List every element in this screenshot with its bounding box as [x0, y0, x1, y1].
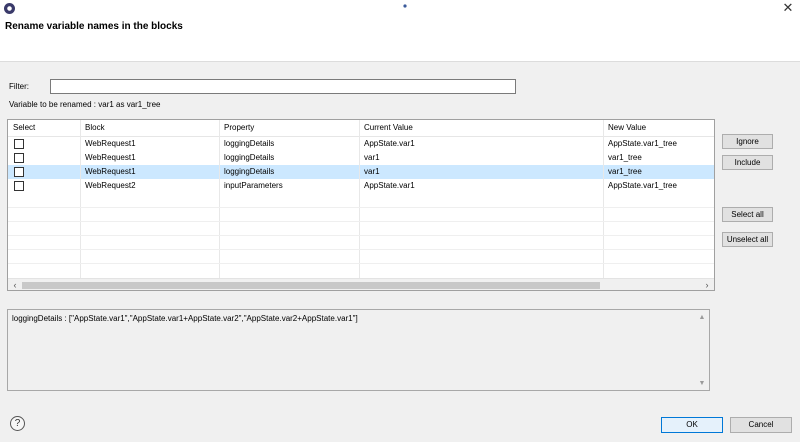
row-select-checkbox[interactable] [14, 181, 24, 191]
ignore-button[interactable]: Ignore [722, 134, 773, 149]
unselect-all-button[interactable]: Unselect all [722, 232, 773, 247]
cancel-button[interactable]: Cancel [730, 417, 792, 433]
cell-block: WebRequest1 [85, 139, 136, 148]
cell-new-value: var1_tree [608, 167, 642, 176]
column-header-property[interactable]: Property [219, 120, 359, 136]
cell-block: WebRequest2 [85, 181, 136, 190]
dialog-title: Rename variable names in the blocks [5, 21, 183, 32]
row-select-checkbox[interactable] [14, 139, 24, 149]
empty-row-line [8, 249, 714, 250]
cell-current-value: AppState.var1 [364, 181, 415, 190]
property-detail-text: loggingDetails : ["AppState.var1","AppSt… [12, 314, 358, 323]
include-button[interactable]: Include [722, 155, 773, 170]
table-row[interactable]: WebRequest1 loggingDetails var1 var1_tre… [8, 151, 714, 165]
cell-new-value: var1_tree [608, 153, 642, 162]
table-horizontal-scrollbar[interactable]: ‹ › [8, 278, 714, 290]
cell-current-value: var1 [364, 167, 380, 176]
cell-new-value: AppState.var1_tree [608, 139, 677, 148]
cell-property: loggingDetails [224, 167, 275, 176]
window-drag-indicator-icon [403, 0, 407, 8]
property-detail-textarea[interactable]: loggingDetails : ["AppState.var1","AppSt… [7, 309, 710, 391]
column-header-current-value[interactable]: Current Value [359, 120, 603, 136]
column-header-new-value[interactable]: New Value [603, 120, 714, 136]
cell-property: loggingDetails [224, 139, 275, 148]
ok-button[interactable]: OK [661, 417, 723, 433]
cell-current-value: var1 [364, 153, 380, 162]
cell-block: WebRequest1 [85, 167, 136, 176]
variables-table: Select Block Property Current Value New … [7, 119, 715, 291]
empty-row-line [8, 235, 714, 236]
column-header-select[interactable]: Select [8, 120, 80, 136]
cell-block: WebRequest1 [85, 153, 136, 162]
scroll-up-icon[interactable]: ▲ [697, 313, 707, 323]
help-icon[interactable]: ? [10, 416, 25, 431]
cell-property: inputParameters [224, 181, 283, 190]
app-logo-icon [4, 3, 15, 14]
scroll-down-icon[interactable]: ▼ [697, 379, 707, 389]
scroll-left-icon[interactable]: ‹ [10, 280, 20, 290]
empty-row-line [8, 263, 714, 264]
table-row[interactable]: WebRequest1 loggingDetails var1 var1_tre… [8, 165, 714, 179]
select-all-button[interactable]: Select all [722, 207, 773, 222]
scrollbar-thumb[interactable] [22, 282, 600, 289]
close-window-icon[interactable]: ✕ [778, 0, 798, 16]
table-row[interactable]: WebRequest2 inputParameters AppState.var… [8, 179, 714, 193]
filter-label: Filter: [9, 82, 29, 91]
cell-new-value: AppState.var1_tree [608, 181, 677, 190]
filter-input[interactable] [50, 79, 516, 94]
row-select-checkbox[interactable] [14, 167, 24, 177]
row-select-checkbox[interactable] [14, 153, 24, 163]
empty-row-line [8, 207, 714, 208]
rename-info-text: Variable to be renamed : var1 as var1_tr… [9, 100, 161, 109]
cell-property: loggingDetails [224, 153, 275, 162]
table-row[interactable]: WebRequest1 loggingDetails AppState.var1… [8, 137, 714, 151]
cell-current-value: AppState.var1 [364, 139, 415, 148]
empty-row-line [8, 221, 714, 222]
scroll-right-icon[interactable]: › [702, 280, 712, 290]
column-header-block[interactable]: Block [80, 120, 219, 136]
